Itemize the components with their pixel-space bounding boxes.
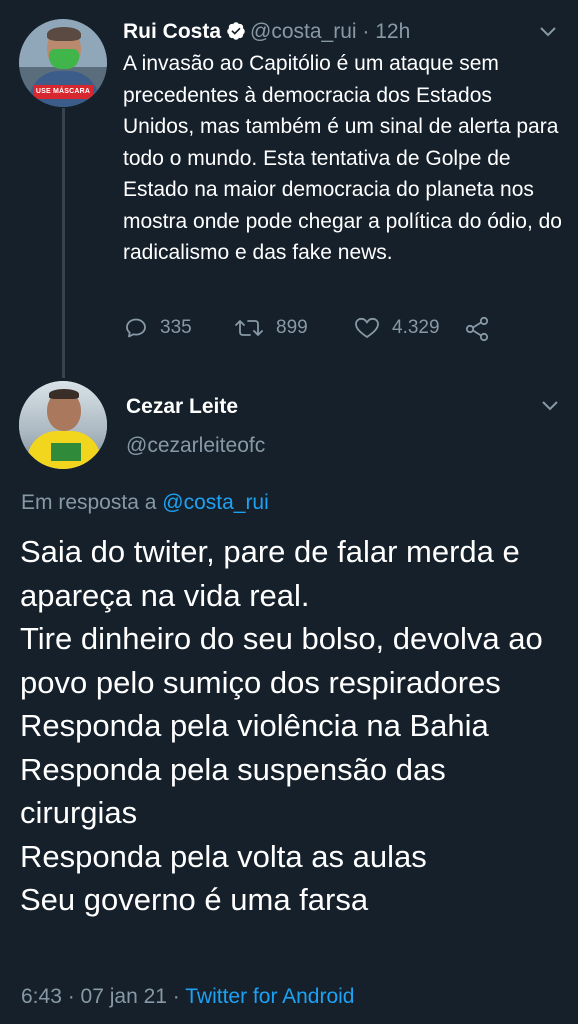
author-name[interactable]: Rui Costa xyxy=(123,20,221,43)
retweet-icon xyxy=(235,320,263,336)
parent-tweet-header: Rui Costa @costa_rui · 12h xyxy=(123,18,410,46)
reply-icon xyxy=(126,318,146,338)
separator-dot: · xyxy=(362,20,370,43)
reply-line: Responda pela violência na Bahia xyxy=(20,708,489,743)
reply-author-name[interactable]: Cezar Leite xyxy=(126,393,238,421)
tweet-source-link[interactable]: Twitter for Android xyxy=(185,985,354,1008)
reply-button[interactable]: 335 xyxy=(124,316,192,340)
verified-badge-icon xyxy=(227,22,245,40)
avatar-rui-costa[interactable]: USE MÁSCARA xyxy=(19,19,107,107)
heart-icon xyxy=(355,317,379,338)
in-reply-mention-link[interactable]: @costa_rui xyxy=(162,491,269,514)
reply-line: Tire dinheiro do seu bolso, devolva ao p… xyxy=(20,621,543,700)
reply-tweet-text: Saia do twiter, pare de falar merda e ap… xyxy=(20,530,565,922)
parent-tweet-text: A invasão ao Capitólio é um ataque sem p… xyxy=(123,52,562,264)
tweet-timestamp[interactable]: 6:43 · 07 jan 21 · xyxy=(21,985,180,1008)
avatar-cezar-leite[interactable] xyxy=(19,381,107,469)
reply-line: Responda pela suspensão das cirurgias xyxy=(20,751,446,831)
author-handle[interactable]: @costa_rui xyxy=(250,20,357,43)
reply-line: Responda pela volta as aulas xyxy=(20,838,427,874)
share-icon xyxy=(465,316,489,342)
like-count: 4.329 xyxy=(392,317,440,338)
chevron-down-icon[interactable] xyxy=(539,26,557,38)
share-button[interactable] xyxy=(464,316,502,342)
reply-line: Saia do twiter, pare de falar merda e ap… xyxy=(20,534,520,613)
retweet-count: 899 xyxy=(276,317,308,338)
tweet-time[interactable]: 12h xyxy=(375,20,410,43)
like-button[interactable]: 4.329 xyxy=(354,316,440,340)
reply-author-handle[interactable]: @cezarleiteofc xyxy=(126,432,265,460)
chevron-down-icon[interactable] xyxy=(541,400,559,412)
reply-line: Seu governo é uma farsa xyxy=(20,882,369,917)
avatar-banner-text: USE MÁSCARA xyxy=(33,85,93,99)
reply-count: 335 xyxy=(160,317,192,338)
tweet-footer: 6:43 · 07 jan 21 · Twitter for Android xyxy=(21,983,355,1011)
in-reply-to: Em resposta a @costa_rui xyxy=(21,489,269,517)
in-reply-prefix: Em resposta a xyxy=(21,491,157,514)
thread-connector-line xyxy=(62,108,65,378)
retweet-button[interactable]: 899 xyxy=(234,316,308,340)
